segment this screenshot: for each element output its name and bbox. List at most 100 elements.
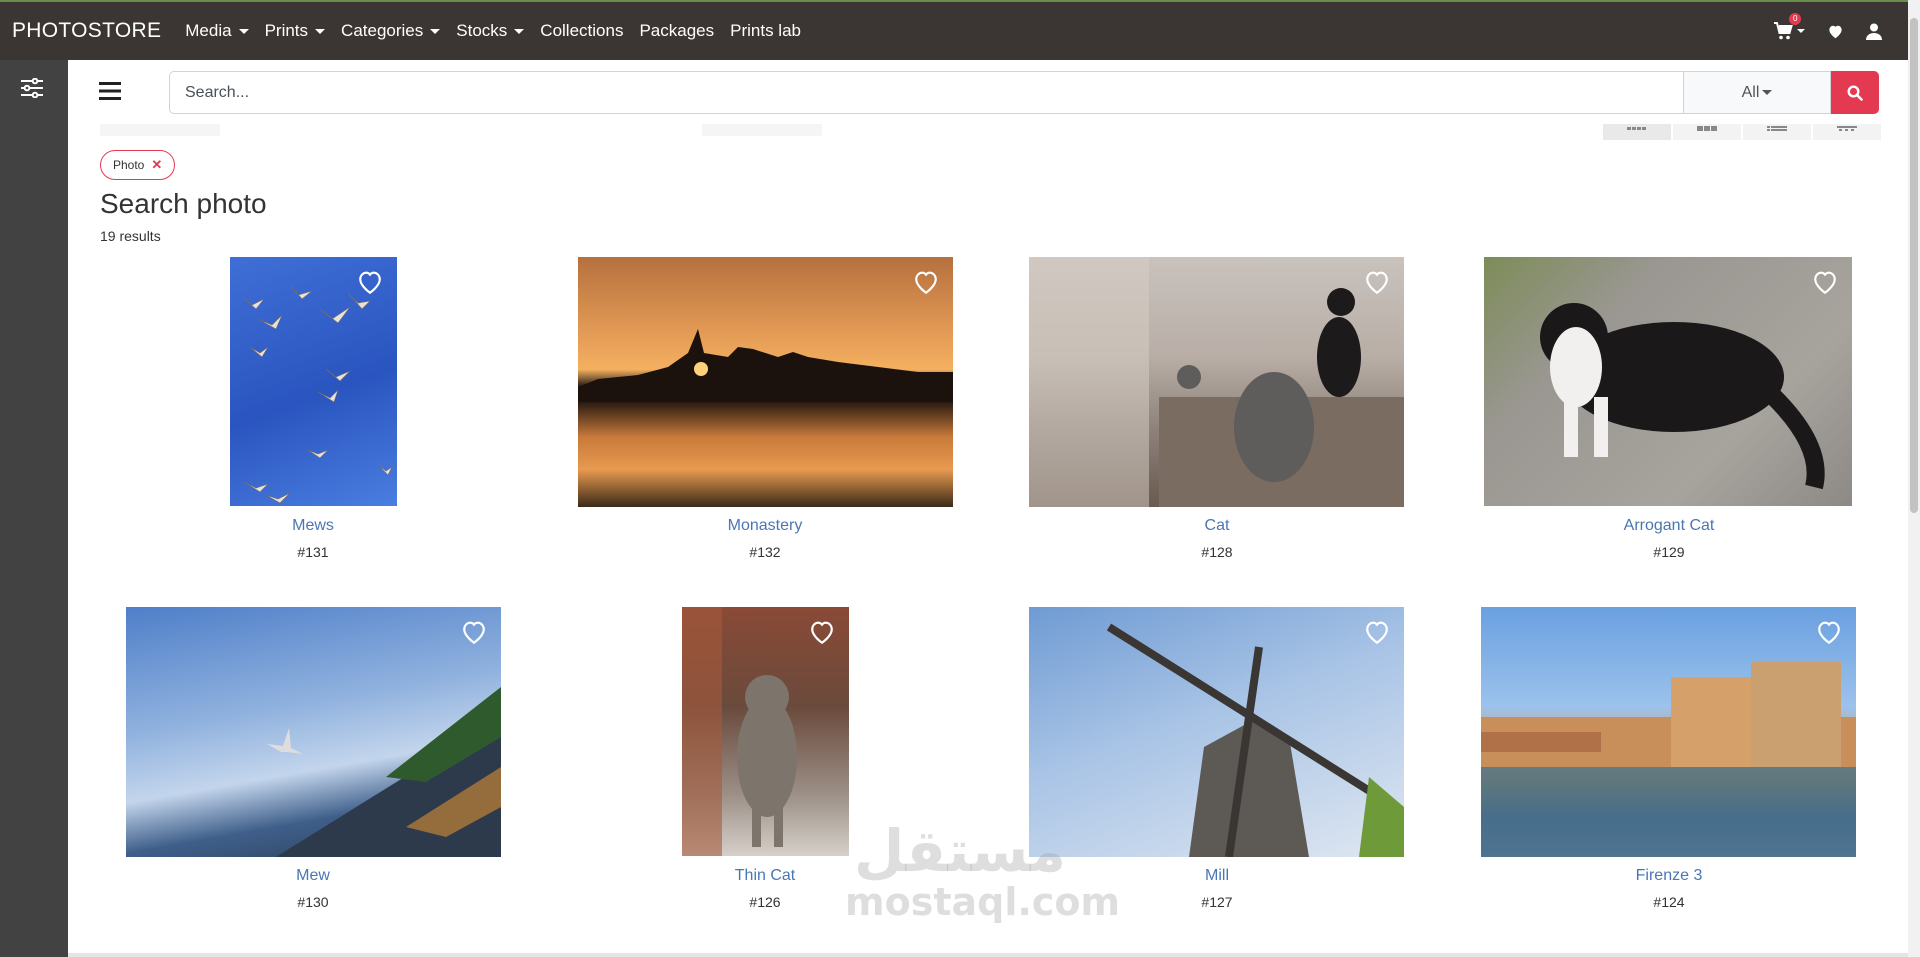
photo-id: #126	[749, 894, 781, 910]
photo-card: Monastery #132	[545, 257, 985, 567]
cart-icon	[1774, 22, 1793, 40]
chevron-down-icon	[430, 28, 441, 34]
heart-icon	[1829, 25, 1842, 38]
photo-card: Mew #130	[93, 607, 533, 917]
nav-categories[interactable]: Categories	[341, 21, 441, 41]
filter-sidebar	[0, 60, 68, 957]
chevron-down-icon	[514, 28, 525, 34]
view-list-button[interactable]	[1743, 124, 1811, 140]
photo-card: Firenze 3 #124	[1449, 607, 1889, 917]
filter-chip-photo[interactable]: Photo ✕	[100, 150, 176, 180]
florence-illustration	[1481, 662, 1856, 857]
cats-illustration	[1029, 257, 1404, 507]
chevron-down-icon	[315, 28, 326, 34]
chevron-down-icon	[1797, 29, 1805, 33]
photo-thumbnail[interactable]	[1484, 257, 1852, 506]
heart-icon[interactable]	[1816, 621, 1842, 645]
photo-title[interactable]: Mews	[93, 517, 533, 535]
wishlist-button[interactable]	[1827, 24, 1844, 39]
heart-icon[interactable]	[1364, 271, 1390, 295]
menu-button[interactable]	[99, 82, 121, 105]
result-count: 19 results	[100, 228, 161, 244]
results-toolbar	[100, 124, 1881, 140]
page-scrollbar[interactable]	[1908, 0, 1920, 957]
photo-id: #131	[297, 544, 329, 560]
photo-thumbnail[interactable]	[578, 257, 953, 507]
nav-collections[interactable]: Collections	[540, 21, 623, 41]
photo-title[interactable]: Firenze 3	[1449, 867, 1889, 885]
photo-card: Arrogant Cat #129	[1449, 257, 1889, 567]
photo-id: #127	[1201, 894, 1233, 910]
nav-prints-lab[interactable]: Prints lab	[730, 21, 801, 41]
search-button[interactable]	[1831, 71, 1879, 114]
nav-right-actions: 0	[1773, 2, 1882, 60]
photo-id: #129	[1653, 544, 1685, 560]
photo-thumbnail[interactable]	[1029, 607, 1404, 857]
photo-card: Mill #127	[997, 607, 1437, 917]
sliders-icon	[21, 77, 43, 99]
list-icon	[1767, 126, 1787, 131]
nav-packages[interactable]: Packages	[639, 21, 714, 41]
toolbar-placeholder	[702, 124, 822, 136]
search-scope-value: All	[1741, 83, 1760, 101]
cart-button[interactable]: 0	[1773, 13, 1805, 40]
photo-title[interactable]: Cat	[997, 517, 1437, 535]
brand-logo[interactable]: PHOTOSTORE	[12, 19, 161, 43]
photo-thumbnail[interactable]	[1029, 257, 1404, 507]
heart-icon[interactable]	[1364, 621, 1390, 645]
chevron-down-icon	[238, 28, 249, 34]
cat-illustration	[1540, 303, 1825, 490]
photo-id: #128	[1201, 544, 1233, 560]
photo-thumbnail[interactable]	[682, 607, 849, 856]
account-button[interactable]	[1866, 23, 1882, 40]
hamburger-icon	[99, 82, 121, 100]
nav-prints-label: Prints	[264, 21, 309, 40]
close-icon[interactable]: ✕	[151, 157, 162, 173]
heart-icon[interactable]	[913, 271, 939, 295]
silhouette-illustration	[578, 329, 953, 402]
photo-thumbnail[interactable]	[126, 607, 501, 857]
scrollbar-thumb[interactable]	[1910, 18, 1918, 513]
view-grid-small-button[interactable]	[1603, 124, 1671, 140]
filters-toggle-button[interactable]	[20, 77, 44, 103]
bird-lake-illustration	[267, 687, 501, 857]
heart-icon[interactable]	[1812, 271, 1838, 295]
view-table-button[interactable]	[1813, 124, 1881, 140]
view-grid-large-button[interactable]	[1673, 124, 1741, 140]
table-icon	[1837, 126, 1857, 131]
grid-small-icon	[1627, 127, 1646, 130]
photo-card: Mews #131	[93, 257, 533, 567]
heart-icon[interactable]	[461, 621, 487, 645]
nav-prints[interactable]: Prints	[264, 21, 326, 41]
filter-chip-label: Photo	[113, 158, 145, 172]
photo-card: Thin Cat #126	[545, 607, 985, 917]
photo-id: #130	[297, 894, 329, 910]
search-input[interactable]	[169, 71, 1684, 114]
page-title: Search photo	[100, 188, 267, 219]
nav-stocks[interactable]: Stocks	[456, 21, 525, 41]
search-icon	[1847, 84, 1863, 101]
photo-card: Cat #128	[997, 257, 1437, 567]
heart-icon[interactable]	[357, 271, 383, 295]
toolbar-placeholder	[100, 124, 220, 136]
photo-title[interactable]: Monastery	[545, 517, 985, 535]
photo-title[interactable]: Mill	[997, 867, 1437, 885]
photo-title[interactable]: Mew	[93, 867, 533, 885]
heart-icon[interactable]	[809, 621, 835, 645]
nav-media[interactable]: Media	[185, 21, 249, 41]
photo-title[interactable]: Arrogant Cat	[1449, 517, 1889, 535]
photo-title[interactable]: Thin Cat	[545, 867, 985, 885]
page-bottom-border	[68, 953, 1908, 957]
photo-thumbnail[interactable]	[1481, 607, 1856, 857]
user-icon	[1866, 23, 1882, 40]
grid-large-icon	[1697, 126, 1717, 131]
search-bar: All	[68, 60, 1908, 124]
photo-id: #132	[749, 544, 781, 560]
top-navbar: PHOTOSTORE Media Prints Categories Stock…	[0, 0, 1920, 60]
search-scope-select[interactable]: All	[1683, 71, 1831, 114]
nav-categories-label: Categories	[341, 21, 424, 40]
nav-media-label: Media	[185, 21, 232, 40]
photo-thumbnail[interactable]	[230, 257, 397, 506]
chevron-down-icon	[1762, 90, 1773, 95]
cart-count-badge: 0	[1789, 13, 1802, 25]
